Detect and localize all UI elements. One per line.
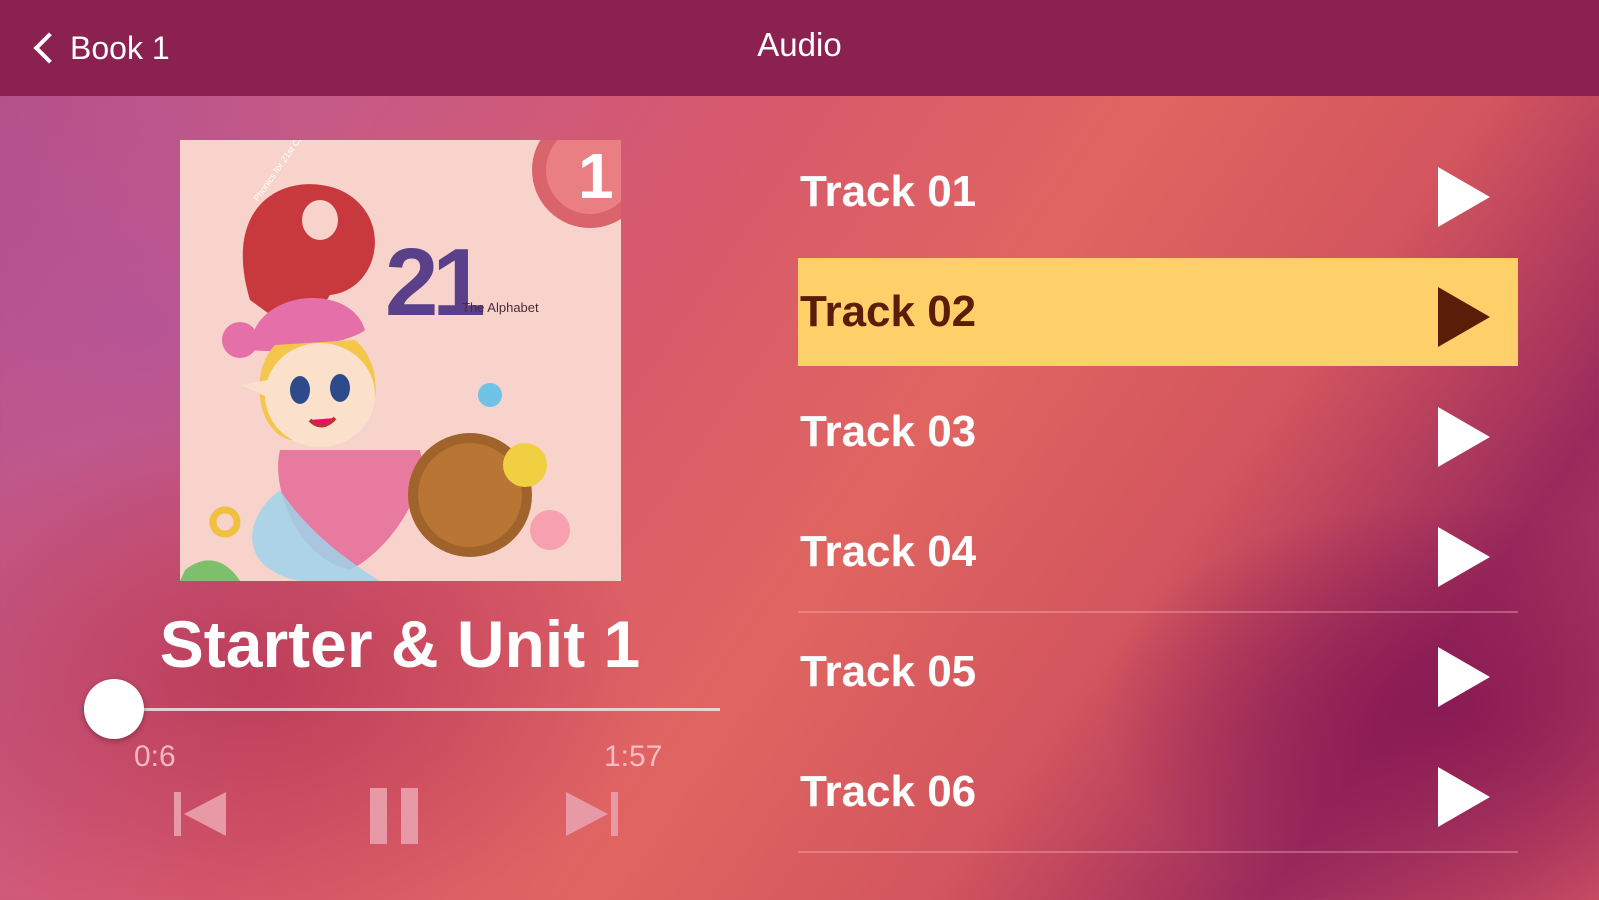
skip-previous-icon [174,792,226,836]
pause-button[interactable] [368,786,424,844]
track-row-03[interactable]: Track 03 [798,378,1518,486]
track-label: Track 06 [800,767,977,816]
progress-slider[interactable] [82,679,720,739]
next-button[interactable] [564,786,620,842]
album-cover: 1 P 21 The Alphabet Phonics for 21st Cen… [180,140,621,581]
play-icon[interactable] [1436,285,1492,349]
track-row-05[interactable]: Track 05 [798,618,1518,726]
previous-button[interactable] [172,786,228,842]
track-label: Track 04 [800,527,977,576]
pause-icon [370,788,418,844]
cover-logo-number: 21 [385,229,483,336]
track-label: Track 01 [800,167,977,216]
track-list: Track 01 Track 02 Track 03 Track 04 Trac… [798,138,1518,858]
cover-book-number: 1 [578,140,614,212]
elapsed-time: 0:6 [134,740,176,773]
play-icon[interactable] [1436,165,1492,229]
track-row-02[interactable]: Track 02 [798,258,1518,366]
navigation-bar: Book 1 Audio [0,0,1599,96]
track-row-06[interactable]: Track 06 [798,738,1518,853]
play-icon[interactable] [1436,765,1492,829]
play-icon[interactable] [1436,405,1492,469]
track-row-04[interactable]: Track 04 [798,498,1518,613]
album-title: Starter & Unit 1 [159,607,641,681]
slider-thumb[interactable] [83,679,144,739]
track-label: Track 02 [800,287,977,336]
skip-next-icon [566,792,618,836]
page-title: Audio [757,26,842,63]
track-label: Track 05 [800,647,977,696]
cover-subtitle: The Alphabet [462,300,539,315]
total-time: 1:57 [604,740,663,773]
play-icon[interactable] [1436,645,1492,709]
play-icon[interactable] [1436,525,1492,589]
track-label: Track 03 [800,407,977,456]
track-row-01[interactable]: Track 01 [798,138,1518,246]
